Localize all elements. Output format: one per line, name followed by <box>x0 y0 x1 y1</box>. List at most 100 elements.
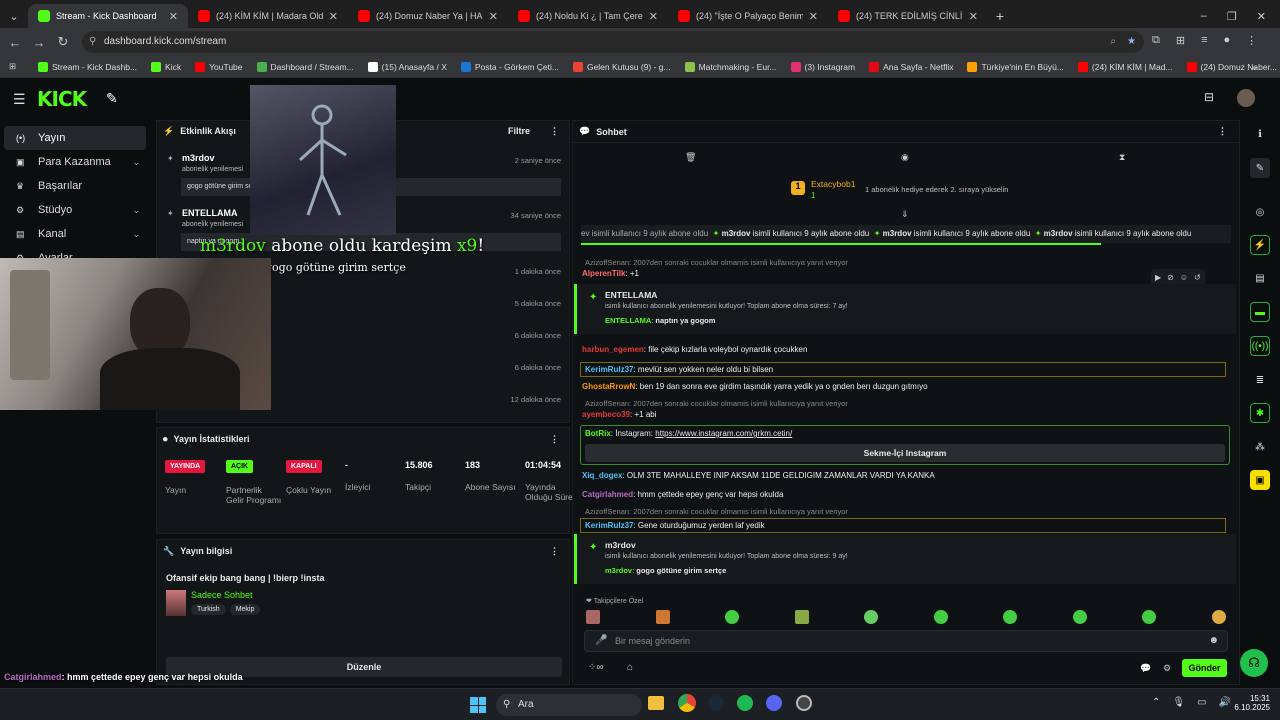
url-bar[interactable]: ⚲ dashboard.kick.com/stream ⌕ ★ <box>82 31 1144 53</box>
tab-search-icon[interactable]: ⌄ <box>0 4 28 28</box>
chat-mode-icon[interactable]: ◉ <box>901 152 909 163</box>
tag-chip[interactable]: Turkish <box>191 604 226 615</box>
mic-icon[interactable]: 🎤 <box>595 635 607 646</box>
bookmark-item[interactable]: YouTube <box>195 61 243 72</box>
bookmark-star-icon[interactable]: ★ <box>1127 31 1136 53</box>
emote-icon[interactable] <box>725 610 740 624</box>
reading-list-icon[interactable]: ≡ <box>1201 34 1207 47</box>
emote-icon[interactable] <box>864 610 879 624</box>
emote-icon[interactable]: ☺ <box>1180 273 1188 282</box>
target-icon[interactable]: ◎ <box>1250 202 1270 222</box>
apps-grid-icon[interactable]: ⊞ <box>9 61 16 72</box>
bookmark-item[interactable]: (24) KİM KİM | Mad... <box>1077 61 1173 72</box>
instagram-link[interactable]: https://www.instagram.com/grkm.cetin/ <box>655 429 792 438</box>
close-window-icon[interactable]: ✕ <box>1257 10 1266 23</box>
send-button[interactable]: Gönder <box>1182 659 1227 677</box>
chat-username[interactable]: Catgirlahmed <box>582 490 633 499</box>
hide-icon[interactable]: ⊘ <box>1167 273 1174 282</box>
reply-context[interactable]: AzizoffSenan: 2007den sonraki cocuklar o… <box>585 507 848 516</box>
chevron-down-icon[interactable]: ⌄ <box>132 205 140 216</box>
emote-icon[interactable] <box>794 610 809 624</box>
minimize-icon[interactable]: – <box>1201 10 1207 22</box>
browser-tab[interactable]: (24) TERK EDİLMİŞ CİNLİ KÖYDE ✕ <box>828 4 988 28</box>
back-icon[interactable]: ← <box>3 35 27 50</box>
more-bookmarks-icon[interactable]: » <box>1252 62 1257 72</box>
kick-logo[interactable]: KICK <box>37 87 87 111</box>
trash-icon[interactable]: 🗑 <box>685 152 696 163</box>
mic-tray-icon[interactable]: 🎙 <box>1172 697 1185 708</box>
bookmark-item[interactable]: (3) Instagram <box>790 61 855 72</box>
sidebar-item-trophy[interactable]: ♛ Başarılar <box>4 174 146 198</box>
chat-message[interactable]: Catgirlahmed: hmm çettede epey genç var … <box>582 490 783 499</box>
chat-username[interactable]: GhostaRrowN <box>582 382 635 391</box>
filter-button[interactable]: Filtre <box>508 126 530 136</box>
emote-icon[interactable] <box>1003 610 1018 624</box>
chat-message[interactable]: KerimRulz37: Gene oturduğumuz yerden laf… <box>580 518 1226 533</box>
network-icon[interactable]: ▭ <box>1197 697 1206 708</box>
sub-event-card[interactable]: ✦ m3rdov isimli kullanıcı abonelik yenilem… <box>574 534 1236 584</box>
tag-chip[interactable]: Mekip <box>229 604 261 615</box>
points-icon[interactable]: ⁘∞ <box>588 662 604 673</box>
obs-icon[interactable] <box>796 695 812 711</box>
zoom-icon[interactable]: ⌕ <box>1110 31 1116 53</box>
bookmark-item[interactable]: Posta - Görkem Çeti... <box>460 61 559 72</box>
chat-message[interactable]: Xiq_dogex: OLM 3TE MAHALLEYE INIP AKSAM … <box>582 471 935 480</box>
sidebar-item-broadcast[interactable]: (•) Yayın <box>4 126 146 150</box>
chat-username[interactable]: ayembeco39 <box>582 410 630 419</box>
chat-rules-icon[interactable]: 💬 <box>1140 663 1151 674</box>
sidebar-item-money[interactable]: ▣ Para Kazanma ⌄ <box>4 150 146 174</box>
tray-chevron-icon[interactable]: ⌃ <box>1152 697 1160 708</box>
bookmark-item[interactable]: Kick <box>151 61 181 72</box>
browser-tab[interactable]: Stream - Kick Dashboard ✕ <box>28 4 188 28</box>
browser-tab[interactable]: (24) "İşte O Palyaço Benim" Kic ✕ <box>668 4 828 28</box>
emote-icon[interactable] <box>933 610 948 624</box>
chat-menu-icon[interactable]: ⋮ <box>1218 126 1227 137</box>
clapper-icon[interactable]: ▣ <box>1250 470 1270 490</box>
instagram-button[interactable]: Sekme-İçi Instagram <box>585 444 1225 462</box>
close-tab-icon[interactable]: ✕ <box>969 10 978 23</box>
emote-icon[interactable] <box>1072 610 1087 624</box>
bookmark-item[interactable]: Gelen Kutusu (9) - g... <box>572 61 671 72</box>
chat-message[interactable]: KerimRulz37: mevlüt sen yokken neler old… <box>580 362 1226 377</box>
store-icon[interactable]: ⌂ <box>627 662 633 673</box>
info-menu-icon[interactable]: ⋮ <box>550 546 559 557</box>
close-tab-icon[interactable]: ✕ <box>169 10 178 23</box>
bookmark-item[interactable]: Stream - Kick Dashb... <box>38 61 137 72</box>
file-explorer-icon[interactable] <box>648 696 664 710</box>
windows-start-icon[interactable] <box>470 697 486 713</box>
extension-icon[interactable]: ⧉ <box>1152 34 1160 47</box>
bot-message[interactable]: BotRix: İnstagram: https://www.instagram… <box>580 425 1230 465</box>
close-tab-icon[interactable]: ✕ <box>649 10 658 23</box>
close-tab-icon[interactable]: ✕ <box>809 10 818 23</box>
stats-menu-icon[interactable]: ⋮ <box>550 434 559 445</box>
maximize-icon[interactable]: ❐ <box>1227 10 1237 23</box>
user-avatar[interactable] <box>1237 89 1255 107</box>
bookmark-item[interactable]: (24) Domuz Naber... <box>1186 61 1277 72</box>
close-tab-icon[interactable]: ✕ <box>329 10 338 23</box>
chat-message[interactable]: ayembeco39: +1 abi <box>582 410 657 419</box>
chevron-down-icon[interactable]: ⌄ <box>132 157 140 168</box>
chat-message[interactable]: harbun_egemen: file çekip kızlarla voley… <box>582 345 807 354</box>
reply-context[interactable]: AzizoffSenan: 2007den sonraki cocuklar o… <box>585 399 848 408</box>
chat-username[interactable]: harbun_egemen <box>582 345 644 354</box>
browser-tab[interactable]: (24) Domuz Naber Ya | HAFTAL ✕ <box>348 4 508 28</box>
chrome-icon[interactable] <box>678 694 696 712</box>
emote-icon[interactable] <box>1142 610 1157 624</box>
reload-icon[interactable]: ↻ <box>51 34 75 50</box>
sidebar-item-channel[interactable]: ▤ Kanal ⌄ <box>4 222 146 246</box>
sub-event-card[interactable]: ✦ ENTELLAMA isimli kullanıcı abonelik yeni… <box>574 284 1236 334</box>
chat-message[interactable]: AlperenTilk: +1 <box>582 269 639 278</box>
support-headset-icon[interactable]: ☊ <box>1240 649 1268 677</box>
forward-icon[interactable]: → <box>27 35 51 50</box>
bookmark-item[interactable]: Türkiye'nin En Büyü... <box>967 61 1064 72</box>
chevron-down-icon[interactable]: ⌄ <box>132 229 140 240</box>
layers-icon[interactable]: ≣ <box>1250 370 1270 390</box>
bookmark-item[interactable]: Matchmaking - Eur... <box>684 61 777 72</box>
chat-message[interactable]: GhostaRrowN: ben 19 dan sonra eve girdim… <box>582 382 928 391</box>
share-icon[interactable]: ⁂ <box>1250 437 1270 457</box>
emote-icon[interactable] <box>1211 610 1226 624</box>
stream-category[interactable]: Sadece Sohbet <box>191 590 253 600</box>
browser-tab[interactable]: (24) KİM KİM | Madara Olduk # ✕ <box>188 4 348 28</box>
steam-icon[interactable] <box>708 695 724 711</box>
slow-mode-icon[interactable]: ⧗ <box>1119 152 1125 163</box>
